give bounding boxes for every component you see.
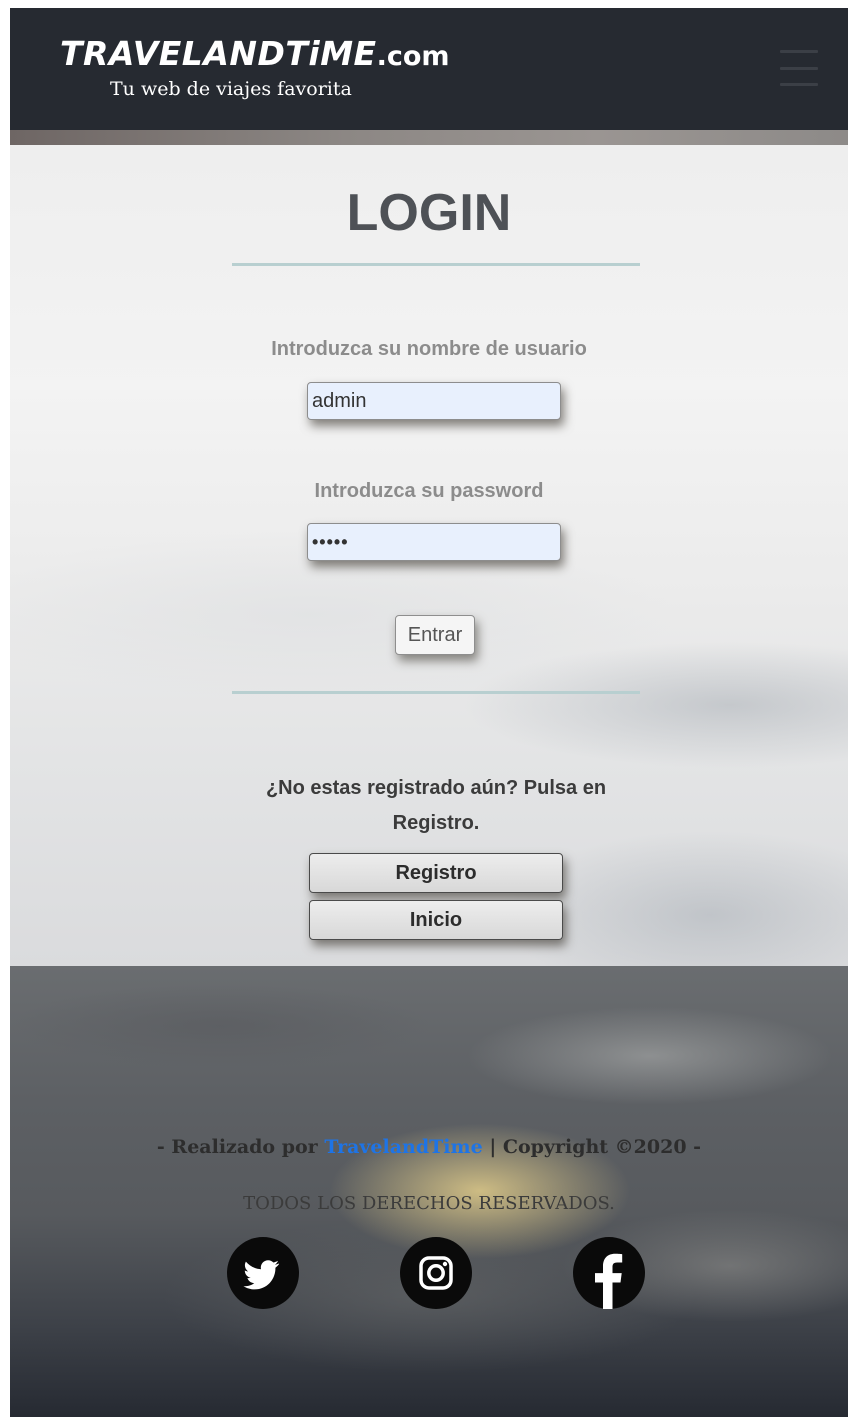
login-title: LOGIN xyxy=(346,184,512,242)
password-label: Introduzca su password xyxy=(314,480,544,502)
header-shadow-strip xyxy=(10,130,848,145)
page-frame: TRAVELANDTiME.com Tu web de viajes favor… xyxy=(10,8,848,1417)
inicio-button[interactable]: Inicio xyxy=(309,900,563,940)
password-input[interactable]: ••••• xyxy=(307,523,561,561)
hamburger-icon[interactable] xyxy=(780,50,818,86)
hamburger-bar xyxy=(780,50,818,53)
site-header: TRAVELANDTiME.com Tu web de viajes favor… xyxy=(10,8,848,130)
registro-button[interactable]: Registro xyxy=(309,853,563,893)
username-input[interactable]: admin xyxy=(307,382,561,420)
site-logo[interactable]: TRAVELANDTiME.com xyxy=(60,34,450,73)
hamburger-bar xyxy=(780,66,818,70)
facebook-icon[interactable] xyxy=(573,1237,645,1309)
logo-name: TRAVELANDTiME xyxy=(60,34,377,73)
username-label: Introduzca su nombre de usuario xyxy=(271,338,587,360)
credits-brand-link[interactable]: TravelandTime xyxy=(324,1136,482,1158)
credits-suffix: | Copyright ©2020 - xyxy=(482,1136,702,1158)
credits-prefix: - Realizado por xyxy=(156,1136,325,1158)
instagram-icon[interactable] xyxy=(400,1237,472,1309)
site-tagline: Tu web de viajes favorita xyxy=(110,78,352,100)
logo-tld: .com xyxy=(376,41,450,72)
site-footer: - Realizado por TravelandTime | Copyrigh… xyxy=(10,966,848,1417)
login-section: LOGIN Introduzca su nombre de usuario ad… xyxy=(10,145,848,966)
divider-top xyxy=(232,263,640,266)
twitter-icon[interactable] xyxy=(227,1237,299,1309)
rights-text: TODOS LOS DERECHOS RESERVADOS. xyxy=(243,1193,615,1214)
register-prompt: ¿No estas registrado aún? Pulsa en Regis… xyxy=(265,777,607,834)
hamburger-bar xyxy=(780,83,818,86)
entrar-button[interactable]: Entrar xyxy=(395,615,475,655)
credits-line: - Realizado por TravelandTime | Copyrigh… xyxy=(10,1136,848,1158)
divider-bottom xyxy=(232,691,640,694)
